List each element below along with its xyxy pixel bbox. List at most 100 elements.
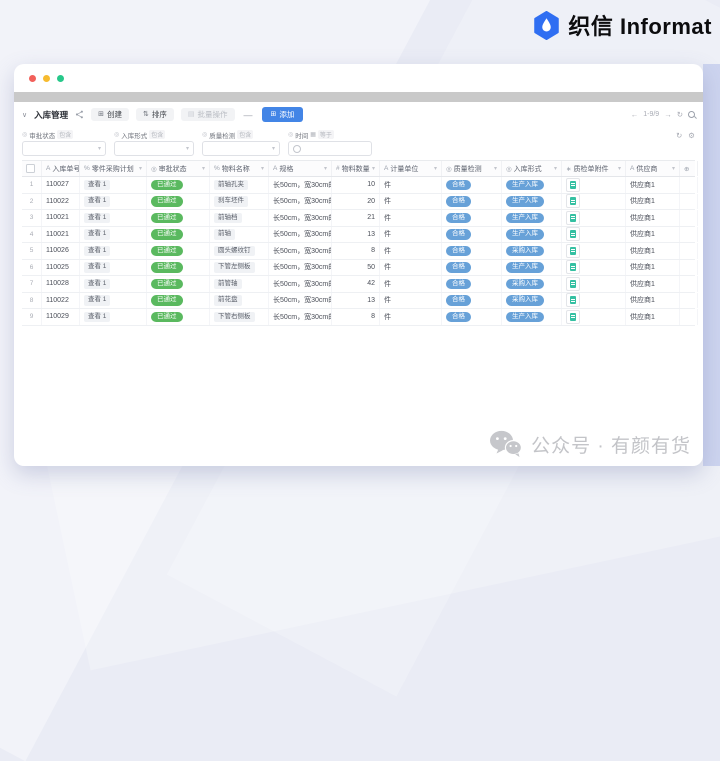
add-button[interactable]: ⊞ 添加 xyxy=(262,107,304,122)
cell-plan: 查看 1 xyxy=(80,210,147,226)
sort-caret-icon[interactable]: ▾ xyxy=(324,165,327,172)
attachment-doc-icon xyxy=(570,263,576,271)
column-header-spec[interactable]: A规格▾ xyxy=(269,161,332,176)
maximize-window-button[interactable] xyxy=(57,75,64,82)
column-header-supplier[interactable]: A供应商▾ xyxy=(626,161,680,176)
sort-caret-icon[interactable]: ▾ xyxy=(618,165,621,172)
filter-审批状态: ◎审批状态包含▾ xyxy=(22,130,106,156)
material-name-tag[interactable]: 下管左侧板 xyxy=(214,262,255,273)
attachment-file-button[interactable] xyxy=(566,227,580,241)
view-plan-link[interactable]: 查看 1 xyxy=(84,295,110,306)
cell-form: 采购入库 xyxy=(502,293,562,309)
sort-caret-icon[interactable]: ▾ xyxy=(261,165,264,172)
sort-caret-icon[interactable]: ▾ xyxy=(139,165,142,172)
attachment-doc-icon xyxy=(570,280,576,288)
attachment-file-button[interactable] xyxy=(566,211,580,225)
A-field-icon: A xyxy=(273,165,277,172)
column-header-rownum[interactable] xyxy=(22,161,42,176)
sort-caret-icon[interactable]: ▾ xyxy=(672,165,675,172)
column-header-approval[interactable]: ◎审批状态▾ xyxy=(147,161,210,176)
material-name-tag[interactable]: 刹车坯件 xyxy=(214,196,248,207)
material-name-tag[interactable]: 前轴 xyxy=(214,229,235,240)
table-row[interactable]: 7110028查看 1已通过前管轴长50cm，宽30cm的SY142件合格采购入… xyxy=(22,276,695,293)
search-icon[interactable] xyxy=(688,111,695,118)
next-page-arrow[interactable]: → xyxy=(664,110,672,119)
attachment-file-button[interactable] xyxy=(566,277,580,291)
cell-qty: 13 xyxy=(332,227,380,243)
column-header-qc[interactable]: ◎质量检测▾ xyxy=(442,161,502,176)
prev-page-arrow[interactable]: ← xyxy=(631,110,639,119)
sort-caret-icon[interactable]: ▾ xyxy=(494,165,497,172)
calendar-icon: ▦ xyxy=(310,131,316,138)
column-header-order[interactable]: A入库单号▾ xyxy=(42,161,80,176)
attachment-file-button[interactable] xyxy=(566,178,580,192)
sort-caret-icon[interactable]: ▾ xyxy=(554,165,557,172)
material-name-tag[interactable]: 前轴孔夹 xyxy=(214,180,248,191)
view-plan-link[interactable]: 查看 1 xyxy=(84,246,110,257)
view-plan-link[interactable]: 查看 1 xyxy=(84,279,110,290)
batch-actions-button[interactable]: ▤ 批量操作 xyxy=(181,108,235,122)
view-plan-link[interactable]: 查看 1 xyxy=(84,262,110,273)
column-header-unit[interactable]: A计量单位▾ xyxy=(380,161,442,176)
sort-caret-icon[interactable]: ▾ xyxy=(434,165,437,172)
gear-icon[interactable]: ⚙ xyxy=(688,131,695,140)
attachment-file-button[interactable] xyxy=(566,310,580,324)
sort-caret-icon[interactable]: ▾ xyxy=(372,165,375,172)
material-name-tag[interactable]: 前管轴 xyxy=(214,279,242,290)
attachment-file-button[interactable] xyxy=(566,293,580,307)
view-plan-link[interactable]: 查看 1 xyxy=(84,229,110,240)
select-all-checkbox[interactable] xyxy=(26,164,35,173)
attachment-doc-icon xyxy=(570,197,576,205)
plus-field-icon: ⊕ xyxy=(684,165,689,173)
attachment-doc-icon xyxy=(570,247,576,255)
time-filter-input[interactable] xyxy=(288,141,372,156)
cell-addcol xyxy=(680,293,698,309)
filter-refresh-icon[interactable]: ↻ xyxy=(676,131,682,140)
refresh-icon[interactable]: ↻ xyxy=(677,110,683,119)
attachment-file-button[interactable] xyxy=(566,194,580,208)
inbound-form-badge: 采购入库 xyxy=(506,246,544,257)
table-row[interactable]: 3110021查看 1已通过前轴档长50cm，宽30cm的SY121件合格生产入… xyxy=(22,210,695,227)
table-row[interactable]: 2110022查看 1已通过刹车坯件长50cm，宽30cm的SY120件合格生产… xyxy=(22,194,695,211)
column-header-material[interactable]: %物料名称▾ xyxy=(210,161,269,176)
material-name-tag[interactable]: 前轴档 xyxy=(214,213,242,224)
column-header-form[interactable]: ◎入库形式▾ xyxy=(502,161,562,176)
column-header-addcol[interactable]: ⊕ xyxy=(680,161,698,176)
view-plan-link[interactable]: 查看 1 xyxy=(84,213,110,224)
window-titlebar xyxy=(14,64,703,92)
table-row[interactable]: 6110025查看 1已通过下管左侧板长50cm，宽30cm的SY150件合格生… xyxy=(22,260,695,277)
material-name-tag[interactable]: 前花盘 xyxy=(214,295,242,306)
filter-bar: ◎审批状态包含▾◎入库形式包含▾◎质量检测包含▾◎时间▦等于 ↻ ⚙ xyxy=(14,127,703,160)
table-row[interactable]: 1110027查看 1已通过前轴孔夹长50cm，宽30cm的SY110件合格生产… xyxy=(22,177,695,194)
close-window-button[interactable] xyxy=(29,75,36,82)
sort-caret-icon[interactable]: ▾ xyxy=(202,165,205,172)
attachment-file-button[interactable] xyxy=(566,260,580,274)
cell-form: 生产入库 xyxy=(502,260,562,276)
create-button[interactable]: ⊞ 创建 xyxy=(91,108,129,122)
column-header-qty[interactable]: #物料数量▾ xyxy=(332,161,380,176)
material-name-tag[interactable]: 圆头螺纹钉 xyxy=(214,246,255,257)
inbound-form-badge: 采购入库 xyxy=(506,295,544,306)
view-plan-link[interactable]: 查看 1 xyxy=(84,312,110,323)
table-row[interactable]: 5110026查看 1已通过圆头螺纹钉长50cm，宽30cm的SY18件合格采购… xyxy=(22,243,695,260)
share-icon[interactable] xyxy=(75,110,84,119)
table-row[interactable]: 9110029查看 1已通过下管右侧板长50cm，宽30cm的SY18件合格生产… xyxy=(22,309,695,326)
column-header-attach[interactable]: ∗质检单附件▾ xyxy=(562,161,626,176)
material-name-tag[interactable]: 下管右侧板 xyxy=(214,312,255,323)
table-row[interactable]: 8110022查看 1已通过前花盘长50cm，宽30cm的SY113件合格采购入… xyxy=(22,293,695,310)
quality-check-badge: 合格 xyxy=(446,213,471,224)
view-plan-link[interactable]: 查看 1 xyxy=(84,180,110,191)
minimize-window-button[interactable] xyxy=(43,75,50,82)
select-filter-input[interactable]: ▾ xyxy=(202,141,280,156)
watermark: 公众号 · 有颜有货 xyxy=(489,430,691,459)
sort-button[interactable]: ⇅ 排序 xyxy=(136,108,174,122)
attachment-file-button[interactable] xyxy=(566,244,580,258)
column-header-plan[interactable]: %零件采购计划▾ xyxy=(80,161,147,176)
chevron-down-icon[interactable]: ∨ xyxy=(22,111,27,119)
select-filter-input[interactable]: ▾ xyxy=(114,141,194,156)
table-row[interactable]: 4110021查看 1已通过前轴长50cm，宽30cm的SY113件合格生产入库… xyxy=(22,227,695,244)
view-plan-link[interactable]: 查看 1 xyxy=(84,196,110,207)
cell-qty: 20 xyxy=(332,194,380,210)
select-filter-input[interactable]: ▾ xyxy=(22,141,106,156)
collapse-minus-icon[interactable]: — xyxy=(242,110,255,120)
